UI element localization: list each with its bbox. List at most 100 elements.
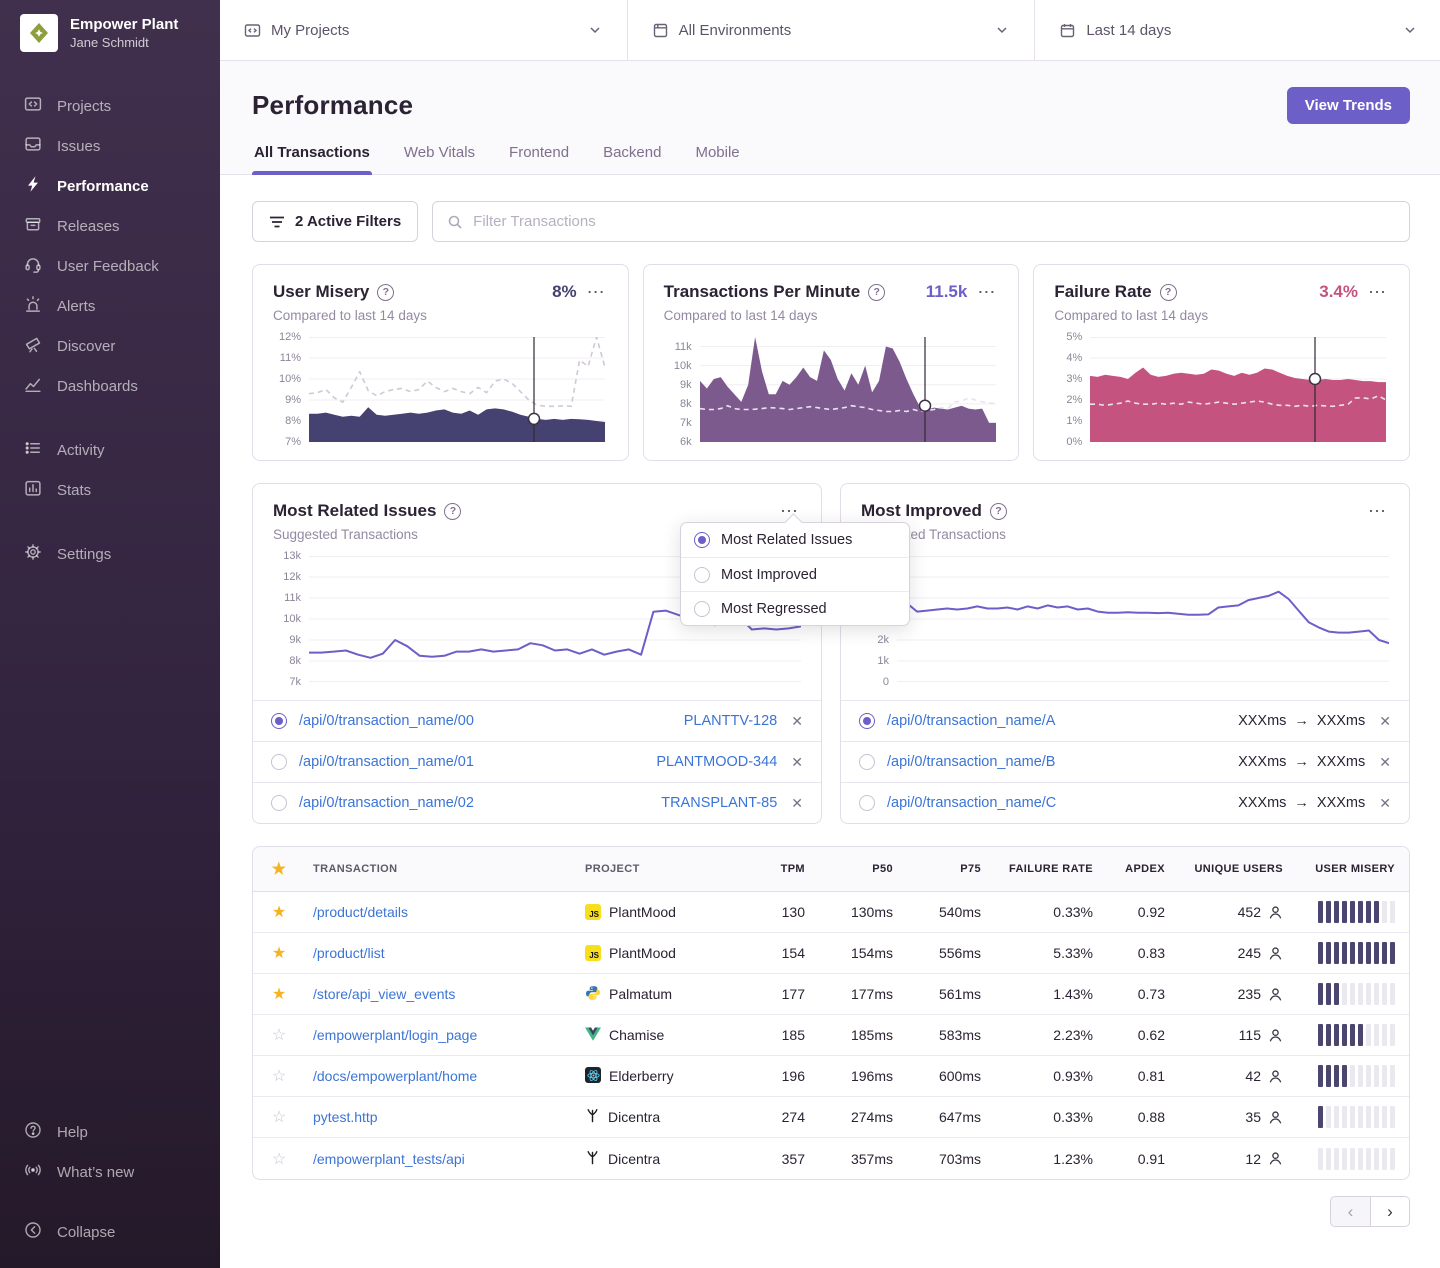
dropdown-option[interactable]: Most Regressed [681,591,909,625]
star-toggle[interactable]: ☆ [272,1149,286,1169]
org-switcher[interactable]: Empower Plant Jane Schmidt [0,14,220,52]
star-toggle[interactable]: ☆ [272,1107,286,1127]
transaction-link[interactable]: /api/0/transaction_name/B [887,754,1055,770]
unique-users-value: 115 [1239,1027,1261,1043]
transaction-radio[interactable] [271,713,287,729]
transaction-link[interactable]: /api/0/transaction_name/02 [299,795,474,811]
table-row: ☆ pytest.http Dicentra 274 274ms 647ms 0… [253,1097,1409,1138]
help-icon[interactable]: ? [444,503,461,520]
active-filters-button[interactable]: 2 Active Filters [252,201,418,242]
star-toggle[interactable]: ☆ [272,1025,286,1045]
col-p50: P50 [813,863,901,875]
p75-value: 647ms [901,1109,989,1125]
star-toggle[interactable]: ☆ [272,1066,286,1086]
dismiss-icon[interactable]: ✕ [1379,754,1391,771]
sidebar-item[interactable]: Issues [0,126,220,166]
org-logo [20,14,58,52]
sidebar-item-label: What’s new [57,1164,134,1181]
p75-value: 600ms [901,1068,989,1084]
sidebar-item[interactable]: Releases [0,206,220,246]
tab-label: All Transactions [254,144,370,161]
user-name: Jane Schmidt [70,35,178,50]
sidebar-item[interactable]: User Feedback [0,246,220,286]
table-header: ★ TRANSACTION PROJECT TPM P50 P75 FAILUR… [253,847,1409,892]
transaction-link[interactable]: pytest.http [313,1109,378,1125]
issue-link[interactable]: PLANTMOOD-344 [656,754,777,770]
view-trends-button[interactable]: View Trends [1287,87,1410,124]
ellipsis-menu-icon[interactable]: ⋯ [585,281,608,303]
transaction-link[interactable]: /empowerplant_tests/api [313,1151,465,1167]
sidebar-item[interactable]: What’s new [0,1152,220,1192]
environment-selector[interactable]: All Environments [628,0,1036,60]
most-improved-chart: 2k1k0 [861,556,1389,682]
dismiss-icon[interactable]: ✕ [1379,795,1391,812]
option-label: Most Regressed [721,601,827,617]
transaction-radio[interactable] [859,795,875,811]
dismiss-icon[interactable]: ✕ [791,754,803,771]
transaction-link[interactable]: /docs/empowerplant/home [313,1068,477,1084]
transaction-link[interactable]: /api/0/transaction_name/A [887,713,1055,729]
date-range-selector[interactable]: Last 14 days [1035,0,1440,60]
search-icon [447,214,463,230]
ellipsis-menu-icon[interactable]: ⋯ [1366,500,1389,522]
transaction-link[interactable]: /api/0/transaction_name/01 [299,754,474,770]
help-icon[interactable]: ? [990,503,1007,520]
tpm-value: 185 [745,1027,813,1043]
sidebar-item[interactable]: Activity [0,430,220,470]
help-icon[interactable]: ? [1160,284,1177,301]
dashboards-icon [24,375,42,397]
dismiss-icon[interactable]: ✕ [1379,713,1391,730]
dropdown-option[interactable]: Most Improved [681,557,909,591]
card-title: Transactions Per Minute [664,282,861,302]
tab[interactable]: Backend [601,144,663,174]
issue-link[interactable]: TRANSPLANT-85 [661,795,777,811]
tab[interactable]: All Transactions [252,144,372,174]
transaction-radio[interactable] [859,713,875,729]
search-input[interactable] [473,213,1395,230]
help-icon[interactable]: ? [868,284,885,301]
transaction-radio[interactable] [271,795,287,811]
unique-users-value: 35 [1245,1109,1261,1125]
ellipsis-menu-icon[interactable]: ⋯ [1366,281,1389,303]
tab[interactable]: Mobile [693,144,741,174]
sidebar-item[interactable]: Performance [0,166,220,206]
project-name: PlantMood [609,945,676,961]
failure-rate-value: 1.23% [989,1151,1101,1167]
tab[interactable]: Frontend [507,144,571,174]
sidebar-item[interactable]: Discover [0,326,220,366]
sidebar-item[interactable]: Settings [0,534,220,574]
project-selector-value: My Projects [271,22,577,39]
transaction-link[interactable]: /empowerplant/login_page [313,1027,477,1043]
sidebar-item[interactable]: Collapse [0,1212,220,1252]
duration-before: XXXms [1238,713,1286,729]
transaction-link[interactable]: /store/api_view_events [313,986,455,1002]
issue-link[interactable]: PLANTTV-128 [684,713,778,729]
dismiss-icon[interactable]: ✕ [791,795,803,812]
help-icon[interactable]: ? [377,284,394,301]
ellipsis-menu-icon[interactable]: ⋯ [975,281,998,303]
dropdown-option[interactable]: Most Related Issues [681,523,909,557]
star-toggle[interactable]: ★ [272,984,286,1004]
sidebar-item[interactable]: Help [0,1112,220,1152]
dismiss-icon[interactable]: ✕ [791,713,803,730]
option-label: Most Improved [721,567,817,583]
transaction-radio[interactable] [271,754,287,770]
previous-page-button[interactable]: ‹ [1330,1196,1370,1227]
transaction-link[interactable]: /product/details [313,904,408,920]
sidebar-item[interactable]: Dashboards [0,366,220,406]
transaction-link[interactable]: /api/0/transaction_name/C [887,795,1056,811]
transaction-link[interactable]: /product/list [313,945,385,961]
transaction-radio[interactable] [859,754,875,770]
star-toggle[interactable]: ★ [272,943,286,963]
star-toggle[interactable]: ★ [272,902,286,922]
transaction-link[interactable]: /api/0/transaction_name/00 [299,713,474,729]
next-page-button[interactable]: › [1370,1196,1410,1227]
unique-users-value: 245 [1238,945,1261,961]
tpm-card: Transactions Per Minute ? 11.5k ⋯ Compar… [643,264,1020,461]
card-subtitle: Compared to last 14 days [273,308,608,323]
sidebar-item[interactable]: Stats [0,470,220,510]
project-selector[interactable]: My Projects [220,0,628,60]
tab[interactable]: Web Vitals [402,144,477,174]
sidebar-item[interactable]: Projects [0,86,220,126]
sidebar-item[interactable]: Alerts [0,286,220,326]
